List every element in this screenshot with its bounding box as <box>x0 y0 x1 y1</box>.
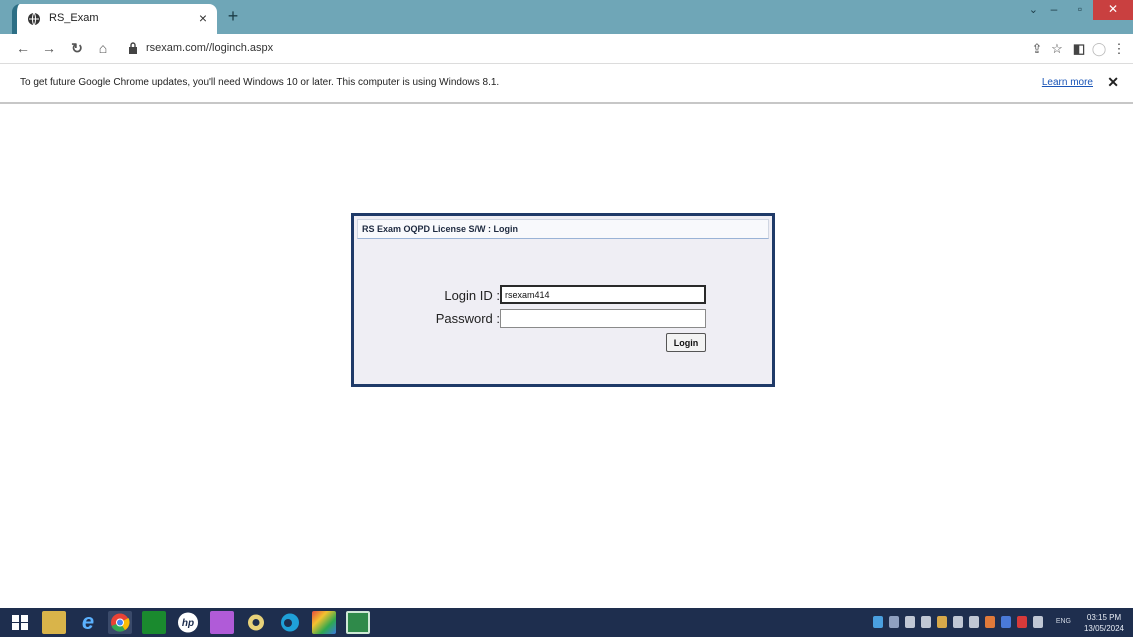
tray-app-icon[interactable] <box>953 616 963 628</box>
browser-tab[interactable]: RS_Exam × <box>12 4 217 34</box>
excel-icon[interactable] <box>346 611 370 634</box>
password-label: Password : <box>435 311 500 326</box>
clock-date: 13/05/2024 <box>1083 624 1125 633</box>
login-panel-header: RS Exam OQPD License S/W : Login <box>357 219 769 239</box>
login-panel: RS Exam OQPD License S/W : Login Login I… <box>351 213 775 387</box>
profile-avatar-icon[interactable]: ◯ <box>1090 40 1108 58</box>
infobar-close-icon[interactable]: ✕ <box>1107 74 1119 91</box>
sidebar-icon[interactable]: ◧ <box>1070 40 1088 58</box>
reload-icon[interactable]: ↻ <box>68 39 86 57</box>
taskbar: e hp ENG 03:15 PM 13/05/2024 <box>0 608 1133 637</box>
update-infobar: To get future Google Chrome updates, you… <box>0 64 1133 104</box>
menu-kebab-icon[interactable]: ⋮ <box>1110 40 1128 58</box>
forward-arrow-icon[interactable]: → <box>40 39 58 57</box>
hp-icon[interactable]: hp <box>176 611 200 634</box>
media-icon[interactable] <box>244 611 268 634</box>
tab-search-icon[interactable]: ⌄ <box>1029 3 1038 16</box>
window-controls: – ▫ ✕ <box>1041 0 1133 20</box>
minimize-button[interactable]: – <box>1041 0 1067 20</box>
network-share-icon[interactable] <box>873 616 883 628</box>
file-explorer-icon[interactable] <box>42 611 66 634</box>
tray-app-icon[interactable] <box>1033 616 1043 628</box>
window-close-button[interactable]: ✕ <box>1093 0 1133 20</box>
edge-icon[interactable] <box>278 611 302 634</box>
maximize-button[interactable]: ▫ <box>1067 0 1093 20</box>
internet-explorer-icon[interactable]: e <box>76 611 100 634</box>
login-id-input[interactable] <box>500 285 706 304</box>
input-language[interactable]: ENG <box>1056 618 1071 625</box>
volume-icon[interactable] <box>969 616 979 628</box>
page-content: RS Exam OQPD License S/W : Login Login I… <box>0 106 1133 608</box>
new-tab-button[interactable]: + <box>222 6 244 28</box>
store-icon[interactable] <box>142 611 166 634</box>
back-arrow-icon[interactable]: ← <box>14 39 32 57</box>
tray-app-icon[interactable] <box>985 616 995 628</box>
taskbar-clock[interactable]: 03:15 PM 13/05/2024 <box>1081 612 1127 634</box>
clock-time: 03:15 PM <box>1086 613 1122 622</box>
tab-close-icon[interactable]: × <box>199 9 207 27</box>
share-icon[interactable]: ⇪ <box>1028 40 1046 58</box>
bookmark-star-icon[interactable]: ☆ <box>1048 40 1066 58</box>
svg-text:hp: hp <box>182 618 194 629</box>
browser-title-bar: RS_Exam × + ⌄ – ▫ ✕ <box>0 0 1133 34</box>
tray-app-icon[interactable] <box>1017 616 1027 628</box>
lock-icon <box>129 42 137 54</box>
tray-app-icon[interactable] <box>905 616 915 628</box>
tray-app-icon[interactable] <box>937 616 947 628</box>
home-icon[interactable]: ⌂ <box>94 39 112 57</box>
login-id-label: Login ID : <box>444 288 500 303</box>
start-icon[interactable] <box>8 611 32 634</box>
wifi-icon[interactable] <box>921 616 931 628</box>
url-text: rsexam.com//loginch.aspx <box>146 42 274 54</box>
tab-title: RS_Exam <box>49 12 99 24</box>
system-tray <box>873 616 1043 628</box>
address-bar[interactable]: rsexam.com//loginch.aspx <box>122 39 1002 59</box>
tray-app-icon[interactable] <box>889 616 899 628</box>
login-button[interactable]: Login <box>666 333 706 352</box>
chrome-icon[interactable] <box>108 611 132 634</box>
learn-more-link[interactable]: Learn more <box>1042 77 1093 88</box>
password-input[interactable] <box>500 309 706 328</box>
browser-toolbar: ← → ↻ ⌂ rsexam.com//loginch.aspx ⇪ ☆ ◧ ◯… <box>0 34 1133 64</box>
infobar-message: To get future Google Chrome updates, you… <box>20 77 500 88</box>
photos-icon[interactable] <box>312 611 336 634</box>
globe-icon <box>28 12 40 26</box>
tray-app-icon[interactable] <box>1001 616 1011 628</box>
login-panel-title: RS Exam OQPD License S/W : Login <box>362 224 519 234</box>
app-icon[interactable] <box>210 611 234 634</box>
